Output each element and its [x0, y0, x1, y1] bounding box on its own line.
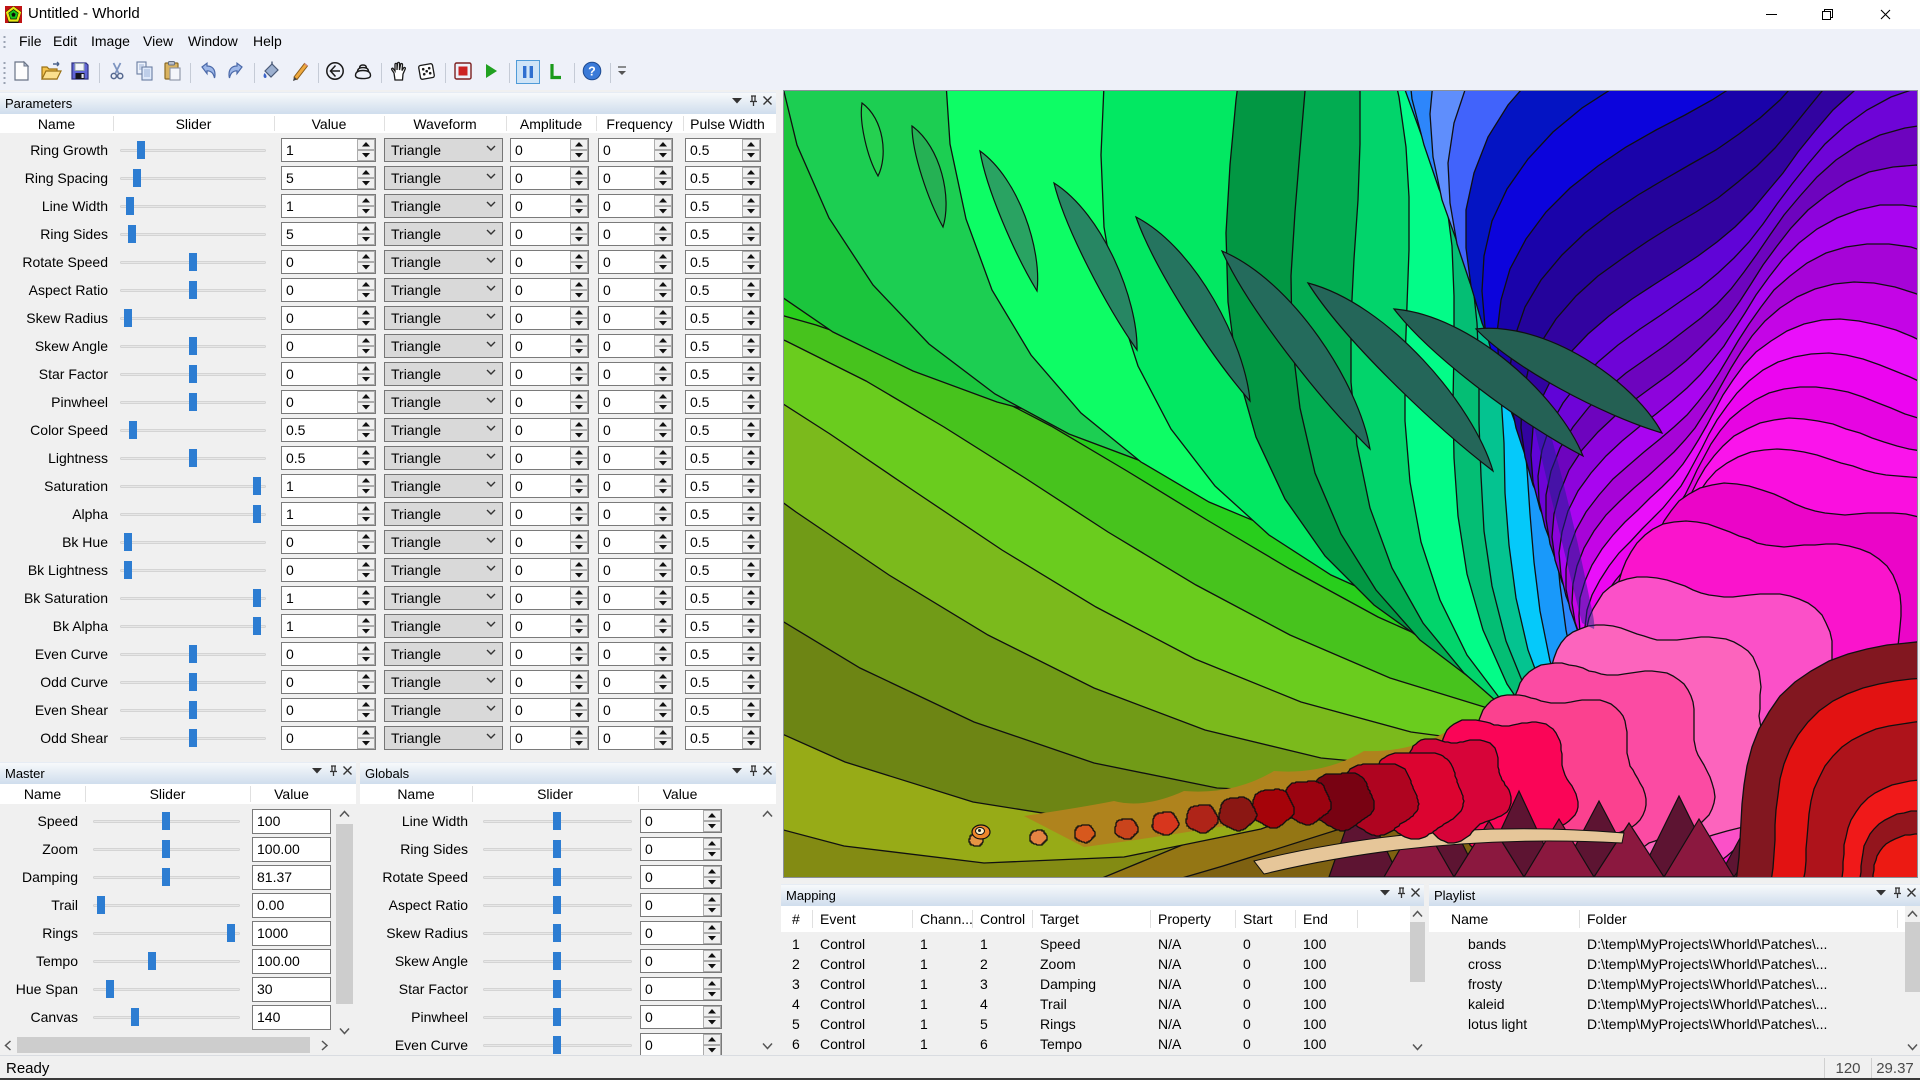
svg-text:?: ? — [588, 65, 596, 79]
